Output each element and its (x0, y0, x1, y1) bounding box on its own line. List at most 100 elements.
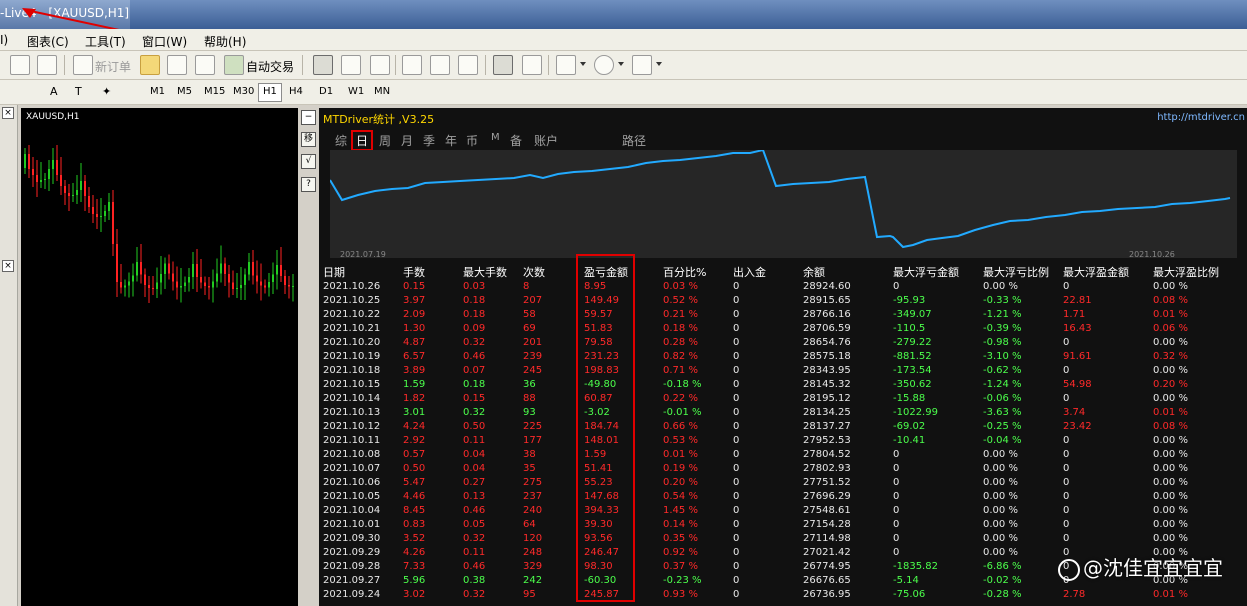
column-header[interactable]: 百分比% (663, 264, 706, 280)
website-link[interactable]: http://mtdriver.cn (1157, 112, 1245, 123)
chevron-down-icon[interactable] (580, 62, 586, 66)
tile-windows-icon[interactable] (458, 55, 478, 75)
title-bar[interactable]: -Live4 - [XAUUSD,H1] (0, 0, 1247, 49)
timeframe-m5[interactable]: M5 (172, 83, 197, 102)
tab-summary[interactable]: 综 (335, 132, 347, 149)
column-header[interactable]: 最大手数 (463, 264, 507, 280)
auto-scroll-icon[interactable] (493, 55, 513, 75)
text-label-icon[interactable]: T (75, 85, 82, 98)
templates-icon[interactable] (632, 55, 652, 75)
tab-monthly[interactable]: 月 (401, 132, 413, 149)
menu-item-charts[interactable]: 图表(C) (27, 33, 69, 50)
menu-item-file[interactable]: I) (0, 33, 8, 47)
tab-path[interactable]: 路径 (622, 132, 646, 149)
table-cell: 0 (733, 561, 740, 572)
candle-body (192, 264, 194, 277)
candle-body (52, 160, 54, 169)
timeframe-h4[interactable]: H4 (284, 83, 308, 102)
help-button[interactable]: ? (301, 177, 316, 192)
indicators-icon[interactable] (556, 55, 576, 75)
table-cell: 2021.10.06 (323, 477, 381, 488)
new-order-icon[interactable] (73, 55, 93, 75)
table-cell: 0 (1063, 365, 1070, 376)
table-cell: 27154.28 (803, 519, 851, 530)
tab-notes[interactable]: 备 (510, 132, 522, 149)
column-header[interactable]: 日期 (323, 264, 345, 280)
minimize-icon[interactable]: − (301, 110, 316, 125)
table-cell: 0.00 % (1153, 463, 1188, 474)
menu-item-help[interactable]: 帮助(H) (204, 33, 246, 50)
table-cell: 7.33 (403, 561, 426, 572)
chevron-down-icon[interactable] (656, 62, 662, 66)
chart-shift-icon[interactable] (522, 55, 542, 75)
tab-weekly[interactable]: 周 (379, 132, 391, 149)
chevron-down-icon[interactable] (618, 62, 624, 66)
auto-trade-button[interactable]: 自动交易 (246, 58, 294, 75)
column-header[interactable]: 余额 (803, 264, 825, 280)
candle-body (224, 263, 226, 274)
tab-yearly[interactable]: 年 (445, 132, 457, 149)
navigator-icon[interactable] (10, 55, 30, 75)
arrows-icon[interactable]: ✦ (102, 85, 111, 98)
tab-magic[interactable]: M (491, 132, 500, 143)
navigator-panel-edge[interactable]: × × (0, 105, 18, 606)
timeframe-mn[interactable]: MN (369, 83, 395, 102)
person-icon[interactable] (167, 55, 187, 75)
column-header[interactable]: 出入金 (733, 264, 766, 280)
zoom-in-icon[interactable] (402, 55, 422, 75)
tab-account[interactable]: 账户 (534, 132, 558, 149)
timeframe-h1[interactable]: H1 (258, 83, 282, 102)
auto-trade-icon[interactable] (224, 55, 244, 75)
line-chart-icon[interactable] (370, 55, 390, 75)
gold-icon[interactable] (140, 55, 160, 75)
close-icon[interactable]: × (2, 107, 14, 119)
candle-body (36, 175, 38, 182)
timeframe-m1[interactable]: M1 (145, 83, 170, 102)
tab-daily[interactable]: 日 (351, 130, 374, 151)
tab-currency[interactable]: 币 (466, 132, 478, 149)
table-cell: 0.14 % (663, 519, 698, 530)
column-header[interactable]: 次数 (523, 264, 545, 280)
table-cell: 0.15 (403, 281, 426, 292)
table-cell: 0.00 % (983, 533, 1018, 544)
menu-item-tools[interactable]: 工具(T) (85, 33, 126, 50)
table-cell: 28134.25 (803, 407, 851, 418)
table-cell: 2021.10.26 (323, 281, 381, 292)
column-header[interactable]: 手数 (403, 264, 425, 280)
signal-icon[interactable] (195, 55, 215, 75)
menu-item-window[interactable]: 窗口(W) (142, 33, 187, 50)
candle-body (240, 285, 242, 288)
text-tool-icon[interactable]: A (50, 85, 58, 98)
column-header[interactable]: 最大浮亏比例 (983, 264, 1049, 280)
bar-chart-icon[interactable] (313, 55, 333, 75)
zoom-out-icon[interactable] (430, 55, 450, 75)
tester-icon[interactable] (37, 55, 57, 75)
check-button[interactable]: √ (301, 154, 316, 169)
column-header[interactable]: 最大浮盈比例 (1153, 264, 1219, 280)
table-cell: 27751.52 (803, 477, 851, 488)
clock-icon[interactable] (594, 55, 614, 75)
price-chart[interactable]: XAUUSD,H1 (21, 108, 318, 606)
timeframe-d1[interactable]: D1 (314, 83, 338, 102)
candle-body (48, 169, 50, 179)
timeframe-w1[interactable]: W1 (343, 83, 369, 102)
timeframe-m15[interactable]: M15 (199, 83, 230, 102)
candle-body (28, 154, 30, 169)
table-cell: 0.93 % (663, 589, 698, 600)
new-order-label[interactable]: 新订单 (95, 58, 131, 75)
table-cell: 2021.09.27 (323, 575, 381, 586)
tab-quarterly[interactable]: 季 (423, 132, 435, 149)
table-cell: 23.42 (1063, 421, 1092, 432)
table-cell: 0 (733, 393, 740, 404)
timeframe-m30[interactable]: M30 (228, 83, 259, 102)
close-icon[interactable]: × (2, 260, 14, 272)
column-header[interactable]: 最大浮盈金额 (1063, 264, 1129, 280)
table-cell: -279.22 (893, 337, 932, 348)
table-cell: -0.04 % (983, 435, 1022, 446)
column-header[interactable]: 最大浮亏金额 (893, 264, 959, 280)
move-button[interactable]: 移 (301, 132, 316, 147)
candle-body (44, 179, 46, 180)
table-cell: 0.07 (463, 365, 486, 376)
table-cell: 0.52 % (663, 295, 698, 306)
candlestick-icon[interactable] (341, 55, 361, 75)
